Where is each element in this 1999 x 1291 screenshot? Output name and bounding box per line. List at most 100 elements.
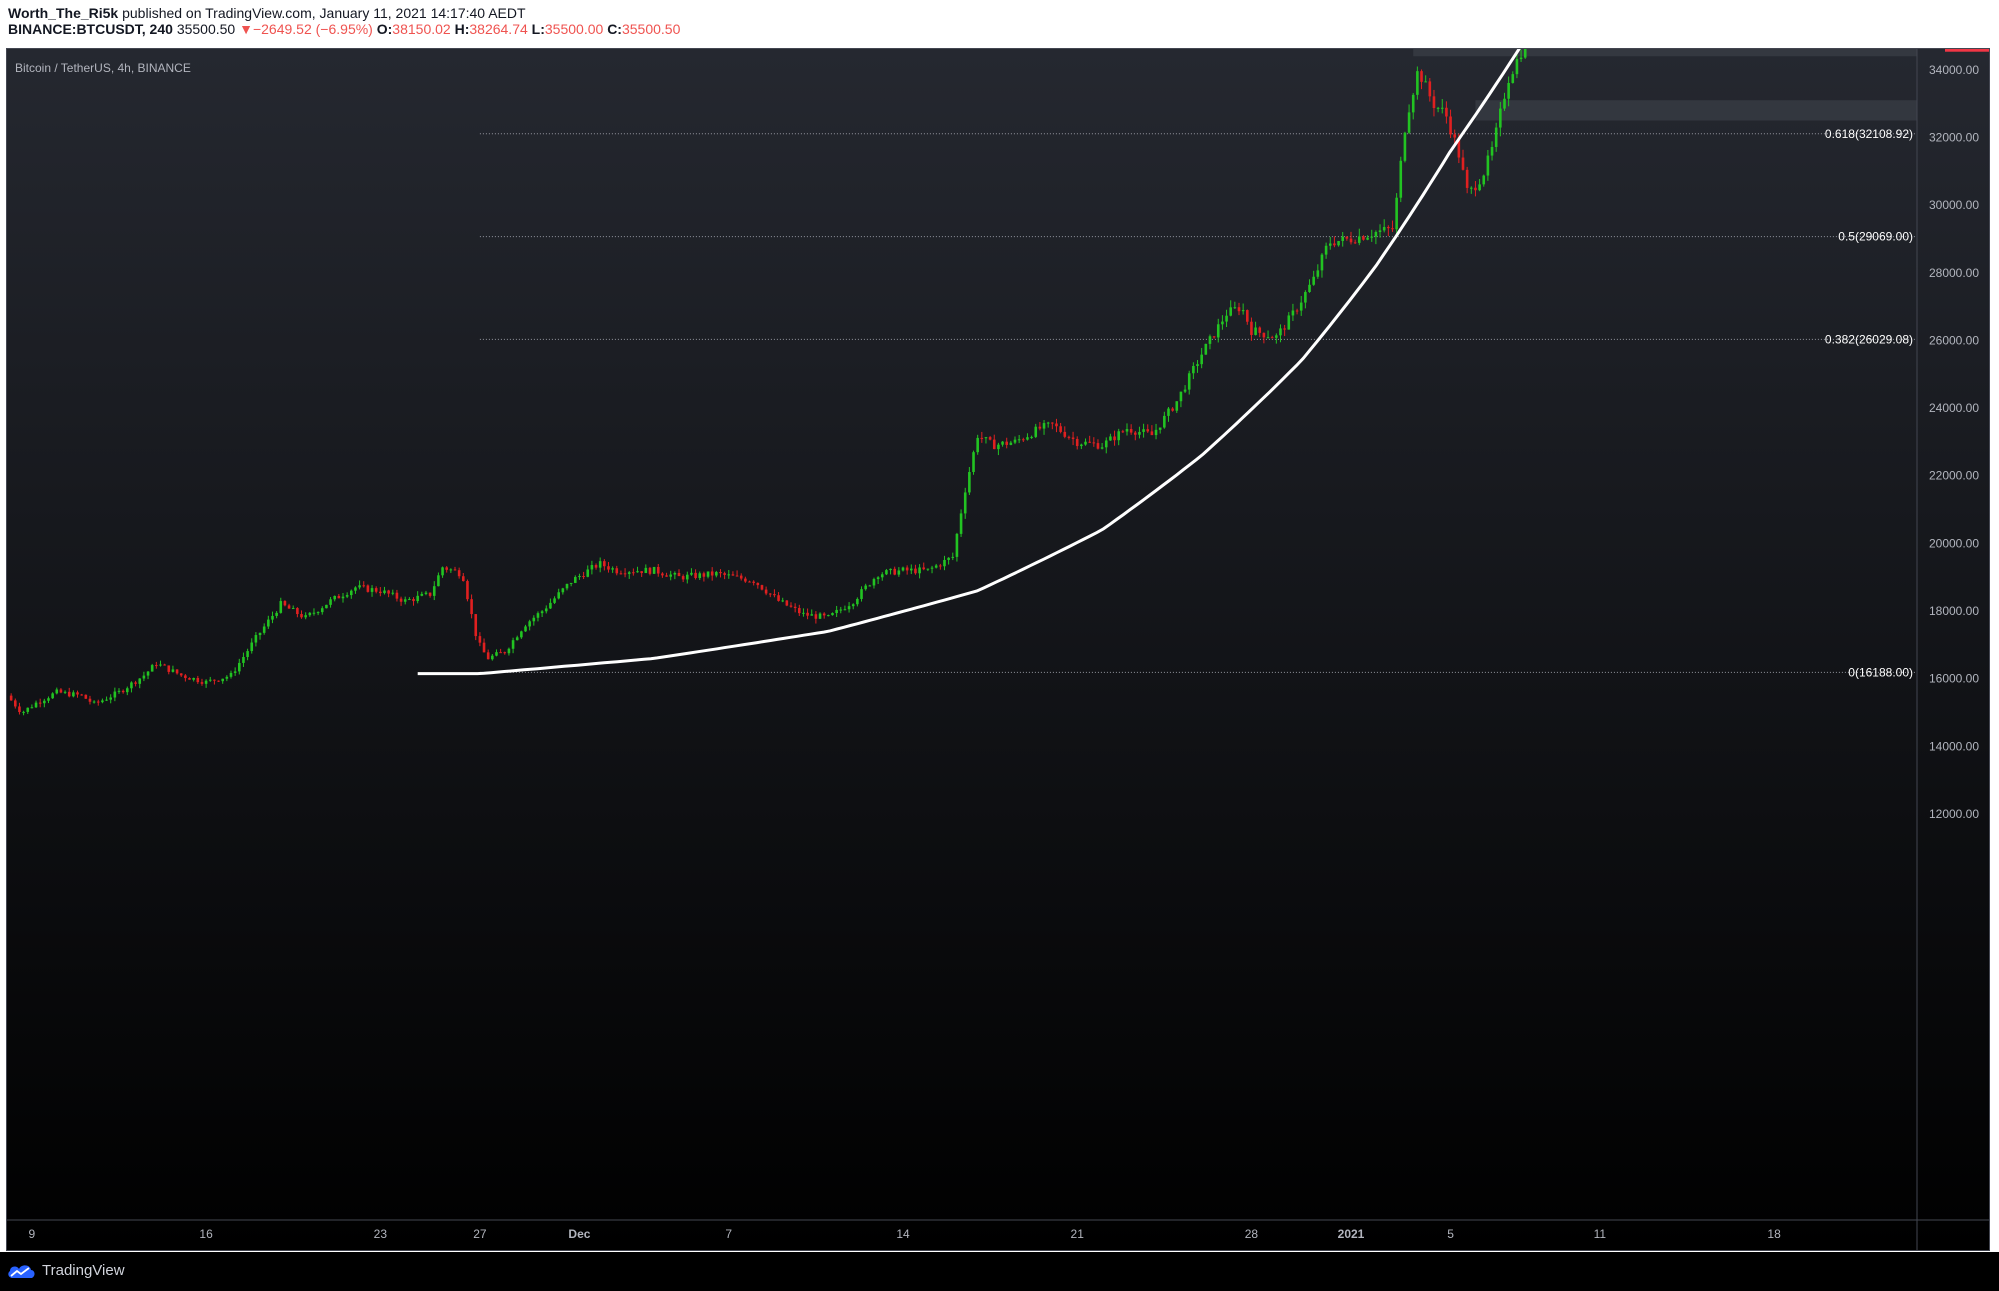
footer-bar: [0, 1252, 1999, 1291]
candle-up: [1337, 240, 1340, 246]
candle-up: [420, 593, 424, 596]
candle-up: [520, 631, 523, 638]
candle-down: [1237, 307, 1241, 312]
candle-down: [1349, 238, 1353, 243]
candle-up: [947, 557, 950, 560]
candle-up: [34, 702, 38, 708]
candle-down: [607, 566, 610, 570]
candle-up: [636, 571, 639, 573]
candle-up: [1499, 108, 1502, 128]
candle-down: [179, 673, 183, 676]
candle-up: [432, 586, 436, 596]
candle-up: [308, 612, 312, 616]
candle-up: [125, 688, 129, 693]
candle-up: [1034, 426, 1038, 437]
candle-up: [968, 472, 971, 493]
candle-up: [441, 567, 444, 576]
candle-down: [453, 569, 457, 571]
candle-down: [399, 598, 403, 602]
candle-down: [1420, 71, 1423, 82]
candle-down: [482, 642, 486, 653]
publisher-name[interactable]: Worth_The_Ri5k: [8, 5, 118, 21]
candle-up: [586, 569, 590, 577]
price-tick-label: 26000.00: [1929, 333, 1979, 347]
candle-up: [221, 678, 225, 682]
candle-up: [1254, 327, 1257, 335]
price-chart[interactable]: 1.272(48957.26)1(41950.00)0.618(32108.92…: [7, 49, 1990, 1251]
chart-background: [7, 49, 1989, 1250]
candle-down: [677, 572, 681, 577]
candle-down: [594, 565, 598, 568]
candle-up: [320, 608, 324, 613]
candle-up: [250, 642, 254, 652]
candle-down: [914, 568, 917, 574]
candle-up: [408, 599, 411, 601]
candle-down: [59, 689, 63, 693]
candle-up: [1221, 321, 1224, 325]
candle-down: [184, 675, 187, 679]
candle-up: [262, 626, 266, 633]
candle-down: [748, 581, 751, 583]
open-label: O:: [376, 21, 393, 37]
time-tick-label: 11: [1594, 1227, 1607, 1241]
price-tick-label: 18000.00: [1929, 604, 1979, 618]
candle-up: [951, 556, 955, 558]
candle-up: [171, 669, 175, 672]
candle-up: [1494, 127, 1498, 147]
candle-down: [200, 682, 204, 684]
candle-down: [1005, 441, 1009, 445]
price-tick-label: 28000.00: [1929, 266, 1979, 280]
candle-down: [1461, 157, 1465, 170]
candle-down: [474, 614, 478, 637]
candle-down: [640, 571, 643, 574]
candle-up: [1507, 82, 1510, 99]
candle-up: [325, 604, 328, 609]
candle-up: [1316, 270, 1320, 277]
candle-up: [101, 700, 104, 703]
fib-level-label: 0(16188.00): [1848, 665, 1913, 679]
candle-up: [146, 671, 150, 676]
candle-down: [797, 608, 801, 614]
candle-up: [1216, 324, 1220, 338]
candle-up: [1482, 175, 1486, 185]
candle-down: [1150, 431, 1154, 436]
candle-down: [374, 588, 378, 592]
tradingview-logo[interactable]: TradingView: [6, 1262, 125, 1279]
candle-up: [515, 637, 519, 641]
candle-up: [449, 569, 453, 571]
candle-up: [1378, 230, 1382, 233]
low-value: 35500.00: [544, 21, 604, 37]
candle-up: [544, 608, 548, 612]
candle-down: [445, 567, 449, 570]
candle-up: [329, 599, 332, 605]
candle-up: [818, 613, 822, 619]
candle-up: [291, 608, 295, 610]
candle-up: [1486, 155, 1490, 176]
candle-up: [1416, 71, 1419, 95]
candle-up: [835, 609, 838, 614]
candle-up: [1403, 132, 1407, 161]
candle-up: [1013, 439, 1017, 443]
candle-up: [1163, 415, 1166, 428]
candle-up: [706, 571, 710, 577]
candle-up: [1341, 236, 1345, 241]
candle-up: [233, 671, 237, 673]
candle-down: [18, 706, 21, 713]
candle-up: [1179, 391, 1183, 402]
candle-up: [1229, 307, 1233, 316]
candle-up: [258, 632, 262, 636]
candle-up: [889, 568, 892, 571]
price-tick-label: 32000.00: [1929, 130, 1979, 144]
candle-up: [267, 619, 270, 627]
fib-level-label: 0.382(26029.08): [1825, 332, 1913, 346]
candle-up: [984, 437, 988, 439]
candle-down: [760, 585, 764, 590]
candle-up: [312, 612, 316, 614]
candle-down: [1474, 187, 1477, 191]
chart-frame[interactable]: 1.272(48957.26)1(41950.00)0.618(32108.92…: [6, 48, 1990, 1251]
candle-up: [918, 567, 921, 574]
candle-up: [391, 592, 395, 594]
time-tick-label: 27: [473, 1227, 487, 1241]
candle-down: [988, 437, 992, 440]
candle-up: [1515, 59, 1519, 75]
